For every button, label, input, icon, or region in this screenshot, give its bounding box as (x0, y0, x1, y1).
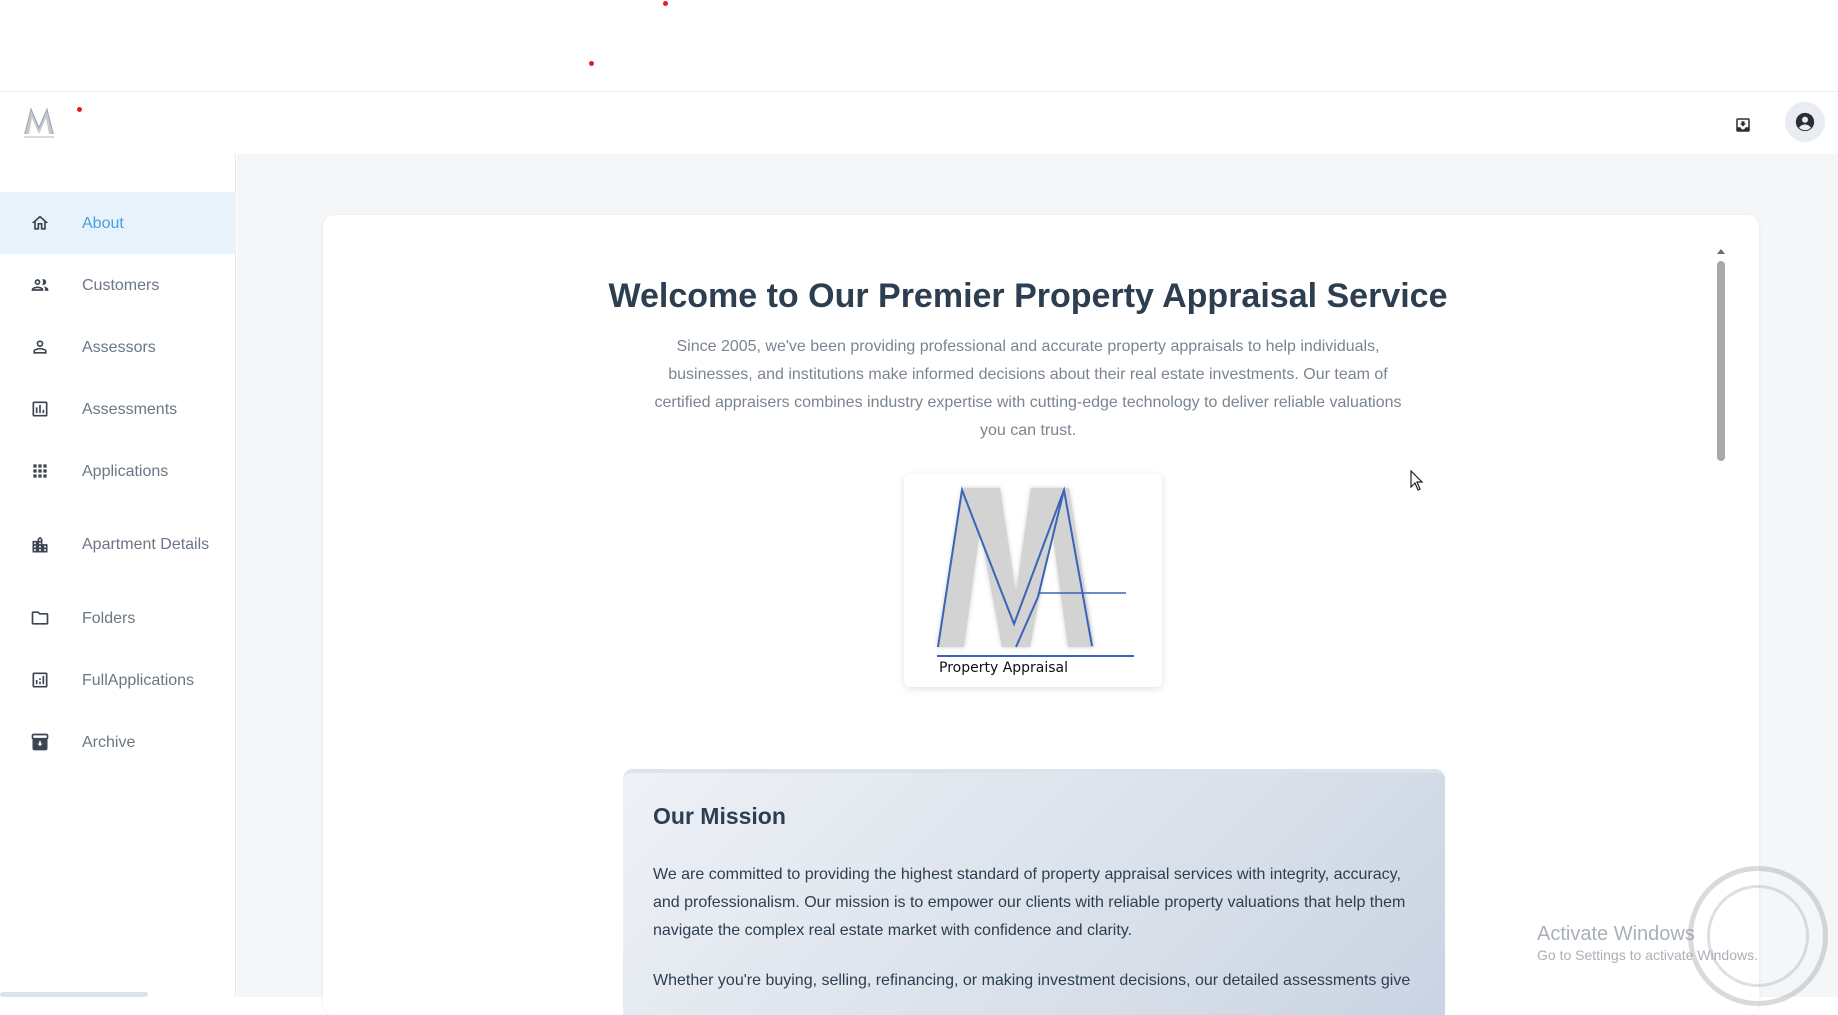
red-dot-marker (663, 1, 668, 6)
seal-watermark-icon (1688, 866, 1828, 1006)
home-icon (29, 212, 51, 234)
property-appraisal-logo-icon (937, 486, 1134, 657)
sidebar-item-customers[interactable]: Customers (0, 254, 236, 316)
sidebar-scrollbar[interactable] (0, 992, 148, 997)
mission-paragraph: We are committed to providing the highes… (653, 866, 1406, 939)
about-card: Welcome to Our Premier Property Appraisa… (323, 215, 1759, 1015)
company-logo: Property Appraisal (904, 474, 1162, 687)
logo-label: Property Appraisal (939, 660, 1069, 676)
sidebar-item-archive[interactable]: Archive (0, 711, 236, 773)
app-logo-icon[interactable] (22, 104, 56, 140)
bar-chart-icon (29, 398, 51, 420)
inbox-download-icon (1736, 118, 1750, 132)
analytics-icon (29, 669, 51, 691)
sidebar-item-fullapplications[interactable]: FullApplications (0, 649, 236, 711)
sidebar-nav: About Customers Assessors Assessments Ap (0, 192, 236, 773)
folder-icon (29, 607, 51, 629)
sidebar-item-applications[interactable]: Applications (0, 440, 236, 502)
archive-icon (29, 731, 51, 753)
red-dot-marker (77, 107, 82, 112)
inbox-download-button[interactable] (1726, 108, 1760, 142)
sidebar-item-label: Assessments (82, 400, 178, 418)
sidebar-item-label: Customers (82, 276, 160, 294)
mission-paragraph: Whether you're buying, selling, refinanc… (653, 972, 1411, 989)
person-icon (29, 336, 51, 358)
account-button[interactable] (1785, 102, 1825, 142)
sidebar-item-label: Applications (82, 462, 169, 480)
sidebar-item-label: Archive (82, 733, 136, 751)
mission-section: Our Mission We are committed to providin… (623, 769, 1445, 1015)
top-strip (0, 0, 1838, 92)
sidebar: About Customers Assessors Assessments Ap (0, 154, 236, 997)
scrollbar-thumb[interactable] (1717, 261, 1725, 461)
page-title: Welcome to Our Premier Property Appraisa… (608, 277, 1448, 315)
sidebar-item-label: Folders (82, 609, 136, 627)
app-bar (0, 92, 1838, 154)
seal-inner-ring (1707, 885, 1809, 987)
people-icon (29, 274, 51, 296)
sidebar-item-label: Apartment Details (82, 536, 210, 553)
building-icon (29, 534, 51, 556)
mission-title: Our Mission (653, 803, 786, 829)
account-circle-icon (1795, 112, 1815, 132)
scroll-up-arrow-icon[interactable] (1717, 249, 1725, 254)
sidebar-item-label: FullApplications (82, 671, 195, 689)
sidebar-item-label: About (82, 214, 124, 232)
page-description: Since 2005, we've been providing profess… (654, 338, 1402, 439)
apps-grid-icon (29, 460, 51, 482)
sidebar-item-folders[interactable]: Folders (0, 587, 236, 649)
sidebar-item-label: Assessors (82, 338, 156, 356)
red-dot-marker (589, 61, 594, 66)
main-content: Welcome to Our Premier Property Appraisa… (237, 154, 1838, 1015)
sidebar-item-apartment-details[interactable]: Apartment Details (0, 502, 236, 587)
sidebar-item-assessors[interactable]: Assessors (0, 316, 236, 378)
sidebar-item-assessments[interactable]: Assessments (0, 378, 236, 440)
mouse-cursor-icon (1410, 469, 1424, 497)
sidebar-item-about[interactable]: About (0, 192, 236, 254)
